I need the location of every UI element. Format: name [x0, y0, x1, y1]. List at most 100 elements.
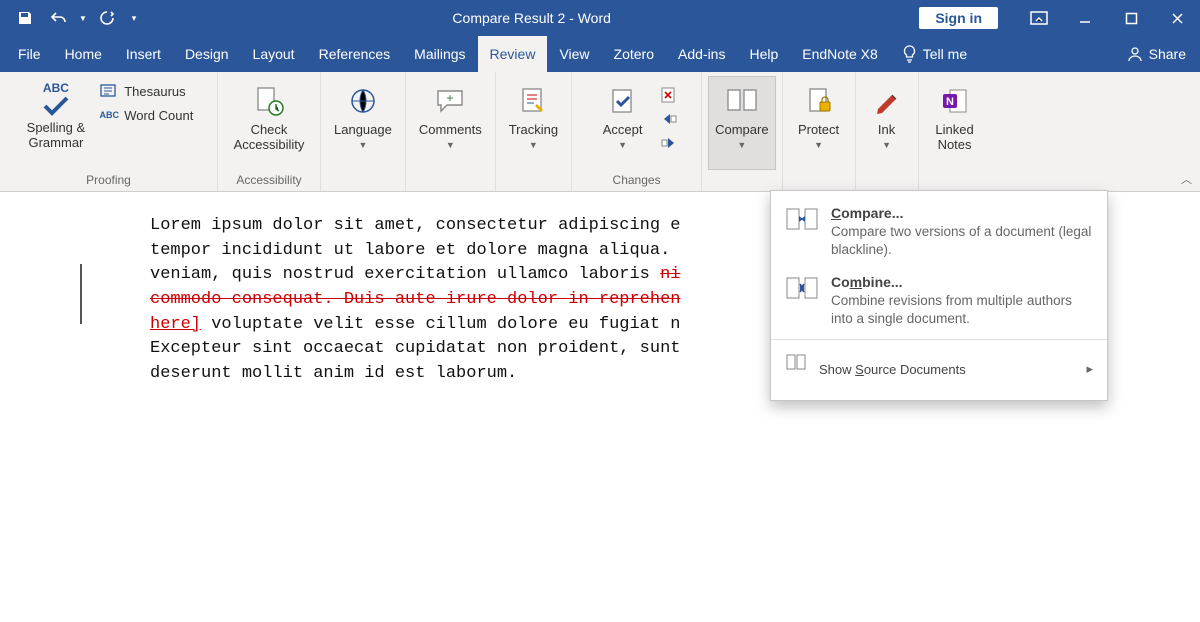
share-button[interactable]: Share	[1113, 36, 1200, 72]
deleted-text: commodo consequat. Duis aute irure dolor…	[150, 290, 681, 309]
compare-desc: Compare two versions of a document (lega…	[831, 223, 1093, 258]
tab-layout[interactable]: Layout	[241, 36, 307, 72]
group-accessibility: CheckAccessibility Accessibility	[218, 72, 321, 191]
chevron-down-icon: ▼	[882, 140, 891, 150]
tab-endnote[interactable]: EndNote X8	[790, 36, 890, 72]
text-line: voluptate velit esse cillum dolore eu fu…	[201, 315, 680, 334]
compare-title: Compare...	[831, 205, 1093, 221]
tab-addins[interactable]: Add-ins	[666, 36, 737, 72]
titlebar: ▼ ▾ Compare Result 2 - Word Sign in	[0, 0, 1200, 36]
text-line: tempor incididunt ut labore et dolore ma…	[150, 241, 670, 260]
tab-design[interactable]: Design	[173, 36, 241, 72]
language-button[interactable]: Language ▼	[327, 76, 399, 170]
quick-access-toolbar: ▼ ▾	[0, 0, 144, 36]
show-source-icon	[785, 352, 807, 372]
group-changes: Accept ▼ Changes	[572, 72, 702, 191]
tab-file[interactable]: File	[6, 36, 53, 72]
compare-dropdown: Compare... Compare two versions of a doc…	[770, 190, 1108, 401]
undo-button[interactable]	[42, 0, 76, 36]
previous-change-button[interactable]	[658, 108, 680, 130]
minimize-button[interactable]	[1062, 0, 1108, 36]
ribbon-display-options-button[interactable]	[1016, 0, 1062, 36]
tab-home[interactable]: Home	[53, 36, 114, 72]
chevron-down-icon: ▼	[79, 14, 87, 23]
redo-icon	[99, 10, 115, 26]
linked-notes-button[interactable]: N LinkedNotes	[925, 76, 985, 170]
minimize-icon	[1078, 11, 1092, 25]
undo-more-button[interactable]: ▼	[76, 0, 90, 36]
accept-button[interactable]: Accept ▼	[594, 76, 652, 170]
combine-docs-icon	[785, 274, 819, 304]
group-onenote: N LinkedNotes	[919, 72, 991, 191]
undo-icon	[50, 10, 68, 26]
ribbon-tabs: File Home Insert Design Layout Reference…	[0, 36, 1200, 72]
deleted-text: ni	[660, 265, 680, 284]
close-button[interactable]	[1154, 0, 1200, 36]
compare-button[interactable]: Compare ▼	[708, 76, 775, 170]
protect-button[interactable]: Protect ▼	[789, 76, 849, 170]
group-language: Language ▼	[321, 72, 406, 191]
reject-icon	[660, 86, 678, 104]
thesaurus-label: Thesaurus	[124, 84, 185, 99]
maximize-icon	[1125, 12, 1138, 25]
sign-in-button[interactable]: Sign in	[919, 7, 998, 29]
group-proofing: ABC Spelling &Grammar Thesaurus ABC Word…	[0, 72, 218, 191]
window-title: Compare Result 2 - Word	[144, 10, 919, 26]
reject-button[interactable]	[658, 84, 680, 106]
tell-me-search[interactable]: Tell me	[890, 36, 979, 72]
group-tracking: Tracking ▼	[496, 72, 572, 191]
tab-view[interactable]: View	[547, 36, 601, 72]
tracking-button[interactable]: Tracking ▼	[502, 76, 565, 170]
checkmark-icon	[41, 95, 71, 117]
spelling-grammar-button[interactable]: ABC Spelling &Grammar	[20, 76, 93, 170]
lightbulb-icon	[902, 45, 917, 63]
comments-button[interactable]: + Comments ▼	[412, 76, 489, 170]
tab-insert[interactable]: Insert	[114, 36, 173, 72]
customize-icon: ▾	[132, 13, 137, 24]
combine-menu-item[interactable]: Combine... Combine revisions from multip…	[771, 266, 1107, 335]
thesaurus-button[interactable]: Thesaurus	[96, 80, 197, 102]
tab-help[interactable]: Help	[737, 36, 790, 72]
group-ink: Ink ▼	[856, 72, 919, 191]
ink-button[interactable]: Ink ▼	[862, 76, 912, 170]
change-bar[interactable]	[80, 264, 82, 324]
tab-zotero[interactable]: Zotero	[602, 36, 666, 72]
chevron-down-icon: ▼	[446, 140, 455, 150]
group-protect: Protect ▼	[783, 72, 856, 191]
tracking-icon	[519, 86, 547, 116]
onenote-icon: N	[940, 86, 970, 116]
chevron-right-icon: ▸	[1086, 361, 1093, 377]
share-person-icon	[1127, 46, 1143, 62]
save-button[interactable]	[8, 0, 42, 36]
compare-icon	[725, 86, 759, 116]
redo-button[interactable]	[90, 0, 124, 36]
collapse-ribbon-button[interactable]: ︿	[1181, 171, 1192, 187]
next-change-button[interactable]	[658, 132, 680, 154]
customize-qat-button[interactable]: ▾	[124, 0, 144, 36]
chevron-down-icon: ▼	[529, 140, 538, 150]
accessibility-icon	[253, 85, 285, 117]
tab-references[interactable]: References	[307, 36, 403, 72]
maximize-button[interactable]	[1108, 0, 1154, 36]
group-compare: Compare ▼	[702, 72, 782, 191]
ribbon: ABC Spelling &Grammar Thesaurus ABC Word…	[0, 72, 1200, 192]
close-icon	[1171, 12, 1184, 25]
word-count-button[interactable]: ABC Word Count	[96, 104, 197, 126]
svg-text:+: +	[447, 91, 454, 105]
group-label-proofing: Proofing	[86, 170, 131, 191]
previous-icon	[660, 112, 678, 126]
group-comments: + Comments ▼	[406, 72, 496, 191]
check-accessibility-button[interactable]: CheckAccessibility	[224, 76, 314, 170]
show-source-menu-item[interactable]: Show Source Documents ▸	[771, 344, 1107, 394]
show-source-label: Show Source Documents	[819, 362, 966, 377]
chevron-down-icon: ▼	[618, 140, 627, 150]
save-icon	[17, 10, 33, 26]
comment-icon: +	[435, 88, 465, 114]
compare-menu-item[interactable]: Compare... Compare two versions of a doc…	[771, 197, 1107, 266]
tab-mailings[interactable]: Mailings	[402, 36, 477, 72]
group-label-changes: Changes	[613, 170, 661, 191]
combine-desc: Combine revisions from multiple authors …	[831, 292, 1093, 327]
ribbon-display-icon	[1030, 11, 1048, 25]
tab-review[interactable]: Review	[478, 36, 548, 72]
titlebar-right: Sign in	[919, 0, 1200, 36]
